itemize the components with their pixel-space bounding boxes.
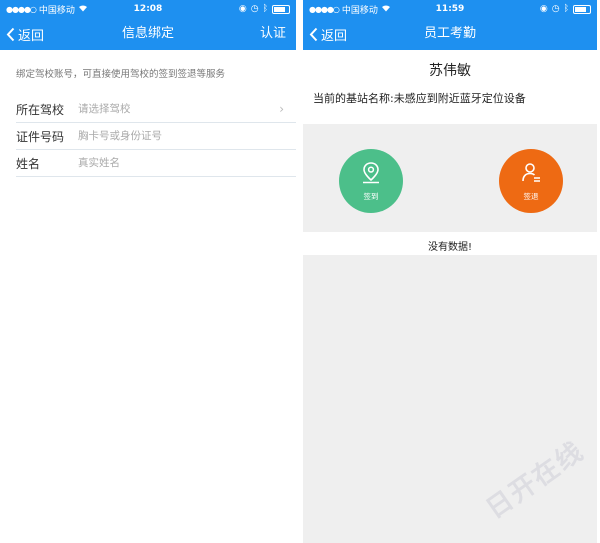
bluetooth-icon: ᛒ: [563, 4, 569, 14]
school-select-row[interactable]: 所在驾校 ›: [16, 96, 296, 123]
page-title: 信息绑定: [121, 26, 174, 41]
binding-form: 所在驾校 › 证件号码 姓名: [0, 96, 296, 177]
user-badge-icon: [520, 161, 542, 189]
chevron-left-icon: [309, 27, 318, 42]
battery-icon: [573, 4, 591, 14]
verify-button[interactable]: 认证: [260, 18, 286, 50]
name-label: 姓名: [16, 156, 41, 171]
punch-panel: 签到 签退: [303, 124, 597, 232]
chevron-left-icon: [6, 27, 15, 42]
map-pin-icon: [360, 161, 382, 189]
alarm-icon: ◷: [551, 4, 560, 14]
id-number-row: 证件号码: [16, 123, 296, 150]
name-row: 姓名: [16, 150, 296, 177]
school-select[interactable]: [78, 103, 280, 115]
back-label: 返回: [18, 28, 45, 44]
name-input[interactable]: [78, 157, 284, 169]
location-icon: ◉: [539, 4, 548, 14]
page-title: 员工考勤: [423, 26, 476, 41]
id-number-label: 证件号码: [16, 129, 65, 144]
chevron-right-icon: ›: [279, 102, 284, 116]
nav-bar: 返回 信息绑定 认证: [0, 18, 296, 50]
employee-name: 苏伟敏: [429, 63, 471, 79]
bluetooth-icon: ᛒ: [262, 4, 268, 14]
checkin-button[interactable]: 签到: [339, 149, 403, 213]
checkin-label: 签到: [363, 191, 379, 201]
nav-bar: 返回 员工考勤: [303, 18, 597, 50]
record-list: [303, 255, 597, 543]
station-status: 当前的基站名称:未感应到附近蓝牙定位设备: [313, 92, 526, 105]
alarm-icon: ◷: [250, 4, 259, 14]
id-number-input[interactable]: [78, 130, 284, 142]
back-label: 返回: [321, 28, 348, 44]
status-bar: ●●●●○ 中国移动 12:08 ◉ ◷ ᛒ: [0, 0, 296, 18]
checkout-button[interactable]: 签退: [499, 149, 563, 213]
binding-hint: 绑定驾校账号，可直接使用驾校的签到签退等服务: [16, 69, 226, 80]
back-button[interactable]: 返回: [6, 18, 44, 50]
status-bar: ●●●●○ 中国移动 11:59 ◉ ◷ ᛒ: [303, 0, 597, 18]
empty-state-text: 没有数据!: [427, 242, 472, 253]
binding-screen: ●●●●○ 中国移动 12:08 ◉ ◷ ᛒ 返回 信息绑定 认证 绑定驾校账号…: [0, 0, 296, 543]
school-label: 所在驾校: [16, 102, 65, 117]
location-icon: ◉: [238, 4, 247, 14]
checkout-label: 签退: [523, 191, 539, 201]
back-button[interactable]: 返回: [309, 18, 347, 50]
battery-icon: [272, 4, 290, 14]
